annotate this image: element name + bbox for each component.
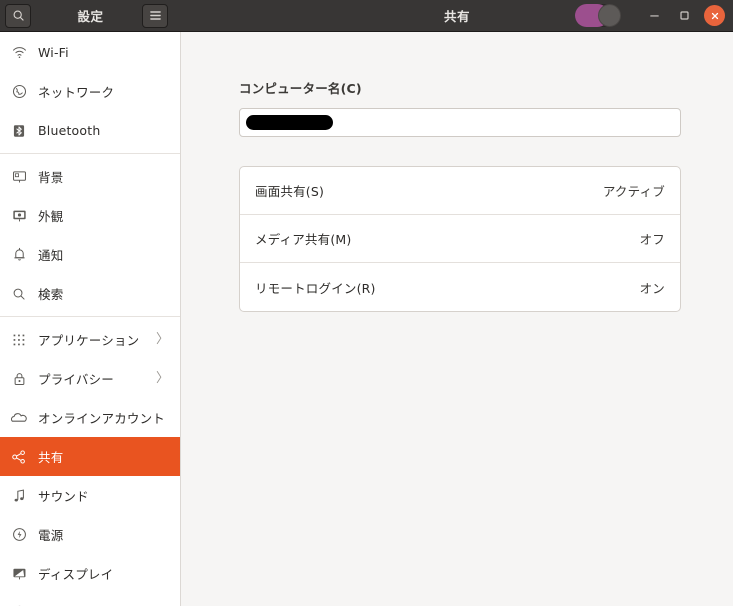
sidebar-separator	[0, 153, 180, 154]
cloud-icon	[8, 412, 30, 424]
sidebar-item-label: 通知	[38, 248, 64, 263]
search-button[interactable]	[5, 3, 31, 28]
sharing-master-toggle[interactable]	[575, 4, 621, 27]
close-button[interactable]	[704, 5, 725, 26]
apps-grid-icon	[8, 334, 30, 346]
sidebar-item-display[interactable]: ディスプレイ	[0, 554, 180, 593]
sidebar-item-label: ネットワーク	[38, 85, 115, 100]
row-status-value: オフ	[639, 232, 665, 247]
appearance-icon	[8, 209, 30, 223]
sidebar-item-online-accounts[interactable]: オンラインアカウント	[0, 398, 180, 437]
titlebar: 設定 共有	[0, 0, 733, 32]
bell-icon	[8, 247, 30, 262]
search-icon	[12, 9, 25, 22]
chevron-right-icon: 〉	[155, 332, 169, 347]
window-body: Wi-Fi ネットワーク Bluetooth 背景 外観 通知 検索 アプリケー…	[0, 32, 733, 606]
sidebar-item-label: オンラインアカウント	[38, 411, 166, 426]
window-controls	[575, 4, 725, 27]
sidebar-item-notifications[interactable]: 通知	[0, 235, 180, 274]
main-menu-button[interactable]	[142, 3, 168, 28]
row-label: リモートログイン(R)	[255, 280, 376, 296]
sharing-panel: コンピューター名(C) 画面共有(S) アクティブ メディア共有(M) オフ リ…	[181, 32, 733, 606]
sidebar-item-background[interactable]: 背景	[0, 157, 180, 196]
power-icon	[8, 527, 30, 542]
sidebar-item-wifi[interactable]: Wi-Fi	[0, 33, 180, 72]
list-row-screen-sharing[interactable]: 画面共有(S) アクティブ	[240, 167, 680, 215]
sidebar-item-sharing[interactable]: 共有	[0, 437, 180, 476]
sidebar-item-label: ディスプレイ	[38, 567, 114, 582]
sidebar-item-applications[interactable]: アプリケーション 〉	[0, 320, 180, 359]
sidebar-item-label: 電源	[38, 528, 64, 543]
sidebar-item-power[interactable]: 電源	[0, 515, 180, 554]
sidebar-headerbar: 設定	[0, 0, 181, 31]
sidebar-item-label: 共有	[38, 450, 64, 465]
row-label: 画面共有(S)	[255, 184, 325, 199]
sidebar-item-label: サウンド	[38, 489, 89, 504]
bluetooth-icon	[8, 124, 30, 138]
music-note-icon	[8, 489, 30, 503]
sidebar-item-bluetooth[interactable]: Bluetooth	[0, 111, 180, 150]
settings-sidebar: Wi-Fi ネットワーク Bluetooth 背景 外観 通知 検索 アプリケー…	[0, 32, 181, 606]
wifi-icon	[8, 46, 30, 59]
display-icon	[8, 567, 30, 581]
background-monitor-icon	[8, 170, 30, 184]
sidebar-separator	[0, 316, 180, 317]
toggle-knob	[598, 4, 621, 27]
computer-name-input[interactable]	[239, 108, 681, 137]
sidebar-item-search[interactable]: 検索	[0, 274, 180, 313]
sharing-options-list: 画面共有(S) アクティブ メディア共有(M) オフ リモートログイン(R) オ…	[239, 166, 681, 312]
sidebar-item-label: プライバシー	[38, 372, 114, 387]
settings-window: 設定 共有 Wi-Fi ネットワーク Bluetooth 背景 外観 通知 検索…	[0, 0, 733, 606]
sidebar-item-label: Bluetooth	[38, 123, 101, 138]
maximize-button[interactable]	[674, 5, 695, 26]
sidebar-item-label: アプリケーション	[38, 333, 140, 348]
sidebar-item-appearance[interactable]: 外観	[0, 196, 180, 235]
list-row-media-sharing[interactable]: メディア共有(M) オフ	[240, 215, 680, 263]
redaction-bar	[246, 115, 333, 130]
computer-name-label: コンピューター名(C)	[239, 81, 362, 96]
chevron-right-icon: 〉	[155, 371, 169, 386]
lock-icon	[8, 372, 30, 386]
row-status-value: アクティブ	[602, 184, 665, 199]
main-headerbar: 共有	[181, 0, 733, 31]
sidebar-item-label: 外観	[38, 209, 64, 224]
network-globe-icon	[8, 84, 30, 99]
hamburger-menu-icon	[149, 10, 162, 21]
sidebar-item-label: 検索	[38, 287, 64, 302]
sidebar-item-label: Wi-Fi	[38, 45, 69, 60]
list-row-remote-login[interactable]: リモートログイン(R) オン	[240, 263, 680, 311]
minimize-button[interactable]	[644, 5, 665, 26]
sidebar-item-label: 背景	[38, 170, 64, 185]
sidebar-item-network[interactable]: ネットワーク	[0, 72, 180, 111]
sidebar-item-privacy[interactable]: プライバシー 〉	[0, 359, 180, 398]
sidebar-item-mouse-touchpad[interactable]: マウスとタッチパッド	[0, 593, 180, 606]
search-icon	[8, 287, 30, 301]
share-nodes-icon	[8, 449, 30, 464]
row-status-value: オン	[639, 280, 665, 296]
sidebar-item-sound[interactable]: サウンド	[0, 476, 180, 515]
row-label: メディア共有(M)	[255, 232, 352, 247]
